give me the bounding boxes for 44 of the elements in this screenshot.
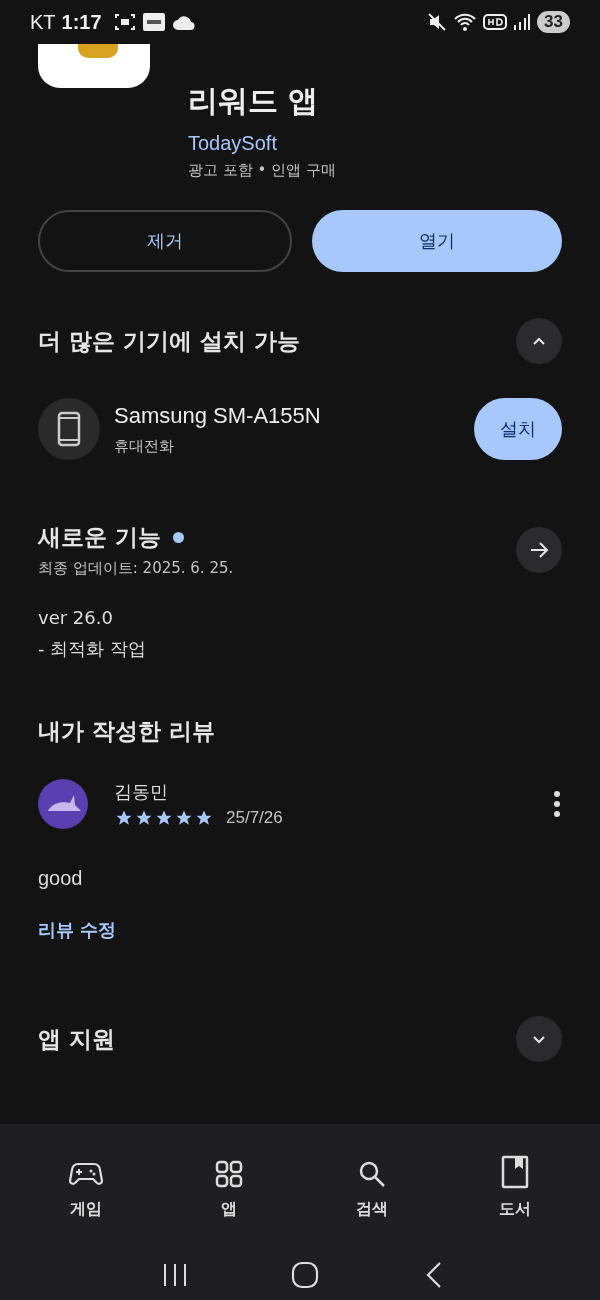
more-icon[interactable] bbox=[552, 790, 562, 818]
wifi-icon bbox=[453, 12, 478, 32]
reviewer-name: 김동민 bbox=[114, 780, 169, 804]
battery-level: 33 bbox=[537, 11, 570, 33]
mute-icon bbox=[427, 12, 448, 32]
section-title: 내가 작성한 리뷰 bbox=[38, 717, 215, 746]
nav-tab[interactable]: 검색 bbox=[321, 1142, 422, 1220]
review-date: 25/7/26 bbox=[226, 808, 283, 828]
section-title: 새로운 기능 bbox=[38, 523, 161, 552]
screenshot-icon bbox=[113, 12, 136, 32]
app-title: 리워드 앱 bbox=[188, 82, 320, 120]
avatar-icon bbox=[38, 779, 88, 829]
signal-icon bbox=[513, 12, 532, 32]
carrier-name: KT bbox=[30, 10, 56, 34]
nav-tab[interactable]: 도서 bbox=[464, 1142, 565, 1220]
book-icon bbox=[499, 1155, 530, 1189]
section-title: 앱 지원 bbox=[38, 1024, 115, 1054]
nav-tab[interactable]: 게임 bbox=[35, 1142, 136, 1220]
hd-icon bbox=[483, 12, 508, 32]
nav-tab[interactable]: 앱 bbox=[178, 1142, 279, 1220]
device-name: Samsung SM-A155N bbox=[114, 402, 322, 429]
arrow-button[interactable] bbox=[516, 527, 562, 573]
update-date: 최종 업데이트: 2025. 6. 25. bbox=[38, 559, 234, 578]
edit-review-link[interactable]: 리뷰 수정 bbox=[0, 918, 155, 942]
app-info-text: 광고 포함 • 인앱 구매 bbox=[188, 161, 336, 180]
device-type: 휴대전화 bbox=[114, 436, 175, 456]
uninstall-button[interactable]: 제거 bbox=[38, 210, 292, 272]
release-note: - 최적화 작업 bbox=[38, 637, 147, 661]
install-button[interactable]: 설치 bbox=[474, 398, 562, 460]
review-text: good bbox=[37, 867, 84, 890]
section-title: 더 많은 기기에 설치 가능 bbox=[38, 326, 301, 356]
pay-icon bbox=[141, 12, 166, 32]
app-icon bbox=[38, 44, 150, 88]
open-button[interactable]: 열기 bbox=[312, 210, 562, 272]
clock-time: 1:17 bbox=[61, 10, 102, 34]
new-dot-icon bbox=[173, 532, 184, 543]
release-note: ver 26.0 bbox=[38, 606, 114, 630]
nav-label: 앱 bbox=[220, 1199, 237, 1220]
nav-label: 검색 bbox=[355, 1199, 388, 1220]
developer-link[interactable]: TodaySoft bbox=[188, 132, 336, 155]
nav-label: 게임 bbox=[69, 1199, 102, 1220]
nav-label: 도서 bbox=[498, 1199, 531, 1220]
home-icon[interactable] bbox=[290, 1260, 320, 1290]
apps-grid-icon bbox=[213, 1159, 244, 1189]
